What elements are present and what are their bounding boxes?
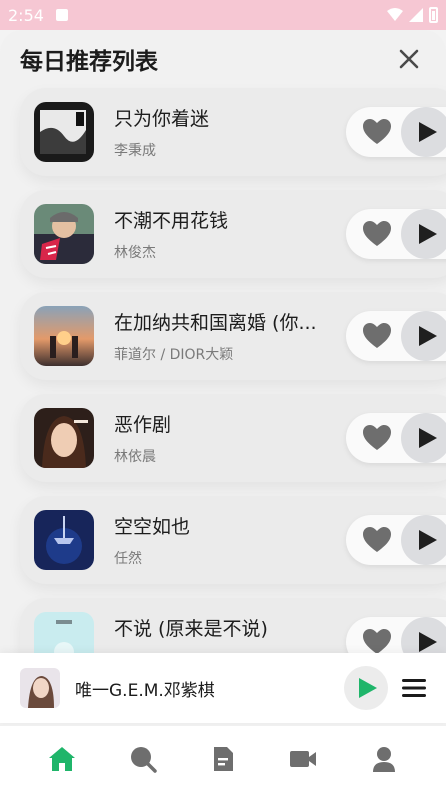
daily-recommendation-panel: 每日推荐列表 只为你着迷 李秉成 不潮不用花钱 林俊杰 在加纳共和国离婚 (你.… [0,30,446,726]
battery-icon [429,7,438,23]
close-button[interactable] [392,42,426,76]
menu-icon[interactable] [402,678,426,698]
album-cover [34,306,94,366]
bottom-navigation [0,726,446,792]
nav-profile[interactable] [366,741,402,777]
heart-icon[interactable] [362,526,392,554]
song-title: 不潮不用花钱 [114,210,229,232]
video-icon [290,751,317,767]
document-icon [213,747,233,771]
now-playing-bar[interactable]: 唯一G.E.M.邓紫棋 [0,653,446,723]
wifi-icon [387,8,403,21]
home-icon [49,747,76,771]
nav-home[interactable] [44,741,80,777]
play-button[interactable] [401,107,446,157]
panel-title: 每日推荐列表 [20,49,158,75]
song-card[interactable]: 不潮不用花钱 林俊杰 [20,190,446,278]
song-title: 空空如也 [114,516,191,538]
album-cover [34,510,94,570]
play-icon [419,530,437,550]
profile-icon [372,747,395,772]
app-notification-icon [55,9,68,21]
album-cover [34,204,94,264]
panel-header: 每日推荐列表 [0,30,446,88]
album-cover [34,408,94,468]
play-icon [419,122,437,142]
album-cover [34,102,94,162]
song-artist: 林俊杰 [114,245,156,261]
now-playing-title: 唯一G.E.M.邓紫棋 [75,680,215,701]
song-actions [346,515,446,565]
status-time: 2:54 [8,5,44,25]
song-artist: 李秉成 [114,143,156,159]
play-button[interactable] [401,515,446,565]
close-icon [399,49,419,69]
song-title: 在加纳共和国离婚 (你... [114,312,317,334]
song-artist: 林依晨 [114,449,156,465]
nav-document[interactable] [205,741,241,777]
play-button[interactable] [401,209,446,259]
status-icons [387,7,438,23]
play-icon [358,678,377,698]
heart-icon[interactable] [362,118,392,146]
song-actions [346,209,446,259]
signal-icon [409,8,423,22]
heart-icon[interactable] [362,424,392,452]
song-card[interactable]: 空空如也 任然 [20,496,446,584]
heart-icon[interactable] [362,628,392,656]
search-icon [130,747,157,773]
play-icon [419,326,437,346]
song-card[interactable]: 只为你着迷 李秉成 [20,88,446,176]
play-icon [419,428,437,448]
nav-video[interactable] [285,741,321,777]
song-title: 不说 (原来是不说) [114,618,268,640]
song-actions [346,107,446,157]
now-playing-cover [20,668,60,708]
play-icon [419,632,437,652]
song-title: 恶作剧 [114,414,172,436]
song-title: 只为你着迷 [114,108,210,130]
song-card[interactable]: 恶作剧 林依晨 [20,394,446,482]
song-actions [346,413,446,463]
now-playing-play-button[interactable] [344,666,388,710]
play-button[interactable] [401,413,446,463]
song-artist: 任然 [114,551,142,567]
song-card[interactable]: 在加纳共和国离婚 (你... 菲道尔 / DIOR大颖 [20,292,446,380]
nav-search[interactable] [125,741,161,777]
heart-icon[interactable] [362,322,392,350]
play-icon [419,224,437,244]
song-actions [346,311,446,361]
song-artist: 菲道尔 / DIOR大颖 [114,347,234,363]
status-bar: 2:54 [0,0,446,30]
heart-icon[interactable] [362,220,392,248]
play-button[interactable] [401,311,446,361]
